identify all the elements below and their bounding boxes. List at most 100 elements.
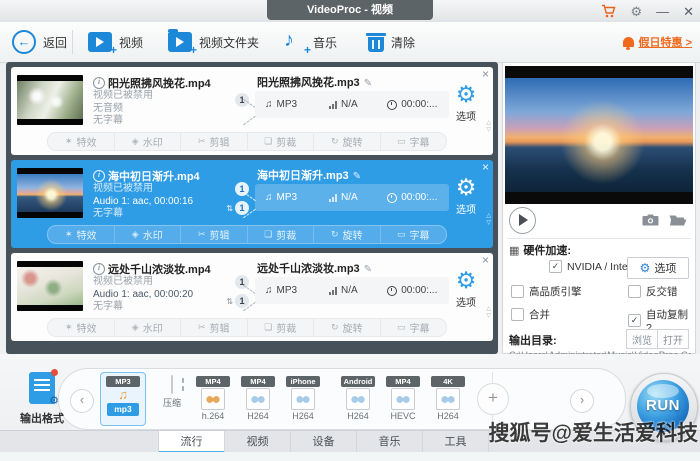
back-button[interactable]: ← 返回 — [12, 22, 67, 62]
format-tile-4k[interactable]: 4K H264 — [428, 376, 468, 422]
rotate-button[interactable]: ↻ 旋转 — [313, 319, 380, 336]
scroll-right-button[interactable]: › — [570, 389, 594, 413]
video-preview[interactable] — [505, 66, 693, 204]
scissors-icon: ✂ — [197, 229, 206, 239]
subtitle-button[interactable]: ▭ 字幕 — [379, 133, 447, 150]
gear-icon: ⚙ — [639, 261, 651, 275]
snapshot-camera-icon[interactable] — [642, 214, 659, 226]
remove-item-icon[interactable]: × — [482, 161, 489, 173]
info-icon[interactable]: i — [93, 170, 105, 182]
watermark-icon: ◈ — [131, 229, 139, 239]
subtitle-button[interactable]: ▭ 字幕 — [379, 226, 447, 243]
crop-button[interactable]: ❏ 剪裁 — [246, 319, 314, 336]
minimize-button[interactable]: — — [656, 5, 669, 18]
codec-options-button[interactable]: ⚙ 选项 — [447, 269, 485, 310]
deinterlace-checkbox[interactable]: 反交错 — [628, 284, 678, 299]
reorder-arrows[interactable]: △ ▽ — [486, 120, 491, 134]
rename-icon[interactable]: ✎ — [364, 78, 372, 89]
rotate-button[interactable]: ↻ 旋转 — [313, 226, 380, 243]
subtitle-icon: ▭ — [396, 136, 406, 146]
output-format-block[interactable]: ⚙ 输出格式 — [12, 369, 72, 426]
watermark-button[interactable]: ◈ 水印 — [113, 226, 181, 243]
watermark-button[interactable]: ◈ 水印 — [113, 319, 181, 336]
checkbox[interactable] — [628, 285, 641, 298]
codec-gear-icon: ⚙ — [455, 174, 477, 200]
clear-button[interactable]: 清除 — [366, 22, 415, 62]
rotate-button[interactable]: ↻ 旋转 — [313, 133, 380, 150]
remove-item-icon[interactable]: × — [482, 68, 489, 80]
trim-button[interactable]: ✂ 剪辑 — [180, 226, 247, 243]
media-item-3[interactable]: i 远处千山浓淡妆.mp4 视频已被禁用 Audio 1: aac, 00:00… — [11, 253, 493, 341]
info-icon[interactable]: i — [93, 77, 105, 89]
codec-options-button[interactable]: ⚙ 选项 — [447, 174, 485, 217]
open-folder-icon[interactable] — [669, 214, 687, 226]
format-tile-compress[interactable]: 压缩 — [152, 375, 192, 422]
media-item-2-selected[interactable]: i 海中初日渐升.mp4 视频已被禁用 Audio 1: aac, 00:00:… — [11, 160, 493, 248]
stream-info: 无字幕 — [93, 208, 123, 219]
tab-popular[interactable]: 流行 — [158, 431, 225, 453]
checkbox[interactable] — [511, 308, 524, 321]
merge-checkbox[interactable]: 合并 — [511, 307, 550, 322]
codec-options-button[interactable]: ⚙ 选项 — [447, 83, 485, 124]
format-tile-mp4-hevc[interactable]: MP4 HEVC — [383, 376, 423, 422]
info-icon[interactable]: i — [93, 263, 105, 275]
format-tile-mp3-selected[interactable]: MP3 ♫ mp3 — [100, 372, 146, 426]
tab-music[interactable]: 音乐 — [357, 431, 423, 453]
format-tile-iphone[interactable]: iPhone H264 — [283, 376, 323, 422]
file-icon — [291, 388, 315, 410]
format-tile-android[interactable]: Android H264 — [338, 376, 378, 422]
checkbox[interactable] — [511, 285, 524, 298]
checkbox[interactable] — [549, 260, 562, 273]
quality-icon — [329, 193, 338, 202]
effects-button[interactable]: ✶ 特效 — [48, 319, 114, 336]
add-format-button[interactable]: + — [477, 383, 509, 415]
trim-button[interactable]: ✂ 剪辑 — [180, 133, 247, 150]
audio-stream-info: Audio 1: aac, 00:00:20 — [93, 288, 194, 300]
open-button[interactable]: 打开 — [657, 329, 689, 349]
rotate-icon: ↻ — [330, 322, 339, 332]
hardware-options-button[interactable]: ⚙ 选项 — [627, 257, 689, 279]
effects-button[interactable]: ✶ 特效 — [48, 133, 114, 150]
output-filename: 海中初日渐升.mp3 ✎ — [257, 170, 362, 182]
output-dir-label: 输出目录: — [509, 335, 557, 347]
watermark-button[interactable]: ◈ 水印 — [113, 133, 181, 150]
settings-divider — [507, 238, 691, 239]
settings-gear-icon[interactable]: ⚙ — [630, 5, 642, 18]
item-edit-toolbar: ✶ 特效 ◈ 水印 ✂ 剪辑 ❏ 剪裁 ↻ 旋转 ▭ 字幕 — [47, 318, 447, 337]
trim-button[interactable]: ✂ 剪辑 — [180, 319, 247, 336]
rename-icon[interactable]: ✎ — [353, 171, 361, 182]
reorder-arrows[interactable]: △ ▽ — [486, 213, 491, 227]
play-button[interactable] — [509, 207, 536, 234]
add-video-folder-button[interactable]: + 视频文件夹 — [168, 22, 259, 62]
film-reel-icon — [206, 394, 220, 404]
close-button[interactable]: ✕ — [683, 5, 694, 18]
tab-tools[interactable]: 工具 — [423, 431, 489, 453]
tab-video[interactable]: 视频 — [225, 431, 291, 453]
high-quality-checkbox[interactable]: 高品质引擎 — [511, 284, 582, 299]
remove-item-icon[interactable]: × — [482, 254, 489, 266]
format-tile-mp4-h264[interactable]: MP4 h.264 — [193, 376, 233, 422]
rename-icon[interactable]: ✎ — [364, 264, 372, 275]
cart-icon[interactable] — [601, 4, 617, 18]
add-music-button[interactable]: ♪ + 音乐 — [282, 22, 337, 62]
subtitle-button[interactable]: ▭ 字幕 — [379, 319, 447, 336]
add-video-button[interactable]: + 视频 — [88, 22, 143, 62]
crop-button[interactable]: ❏ 剪裁 — [246, 133, 314, 150]
crop-button[interactable]: ❏ 剪裁 — [246, 226, 314, 243]
file-icon — [436, 388, 460, 410]
tab-device[interactable]: 设备 — [291, 431, 357, 453]
browse-button[interactable]: 浏览 — [626, 329, 657, 349]
holiday-promo-link[interactable]: 假日特惠 > — [622, 22, 692, 62]
checkbox[interactable] — [628, 314, 641, 327]
reorder-arrows[interactable]: △ ▽ — [486, 306, 491, 320]
crop-icon: ❏ — [264, 322, 273, 332]
scroll-left-button[interactable]: ‹ — [70, 389, 94, 413]
video-add-icon: + — [88, 32, 117, 56]
track-stepper-icon[interactable]: ⇅ — [226, 297, 233, 306]
stream-info: 无字幕 — [93, 115, 123, 126]
effects-button[interactable]: ✶ 特效 — [48, 226, 114, 243]
format-tile-mp4-h264-2[interactable]: MP4 H264 — [238, 376, 278, 422]
stream-info: 无音频 — [93, 102, 123, 114]
media-item-1[interactable]: i 阳光照拂风挽花.mp4 视频已被禁用 无音频 无字幕 1 阳光照拂风挽花.m… — [11, 67, 493, 155]
track-stepper-icon[interactable]: ⇅ — [226, 204, 233, 213]
